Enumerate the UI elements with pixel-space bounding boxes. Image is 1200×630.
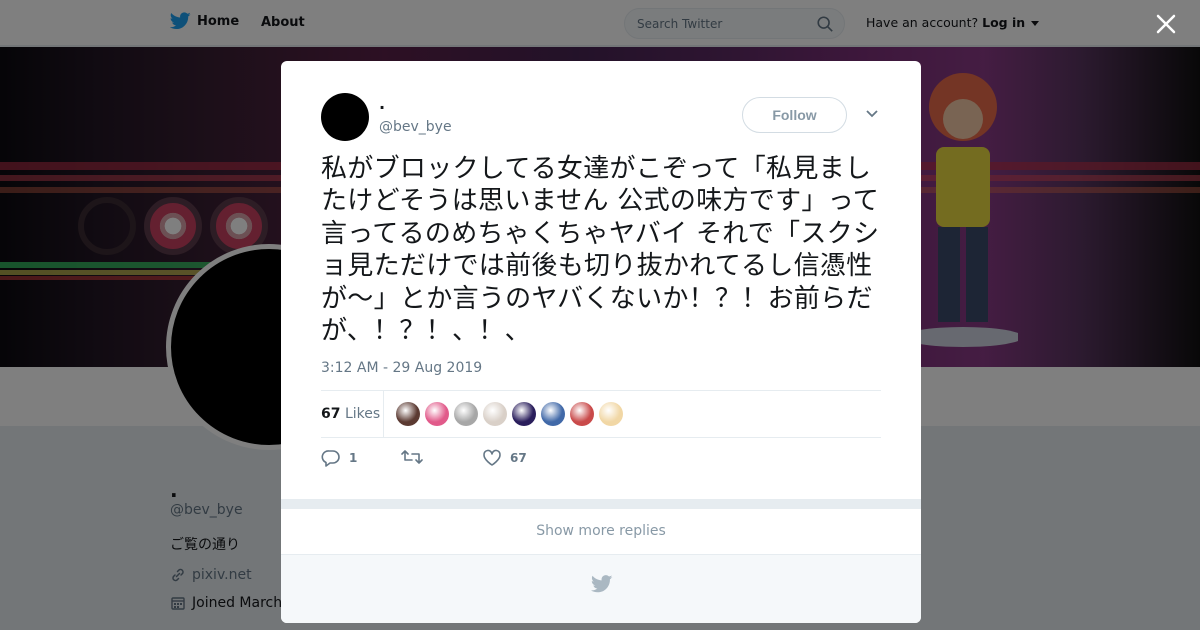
likes-row: 67 Likes [321,390,881,438]
liker-avatar[interactable] [425,402,449,426]
liker-avatar[interactable] [541,402,565,426]
likes-label: Likes [344,406,381,422]
reply-icon [321,450,340,467]
tweet-author-avatar[interactable] [321,93,369,141]
liker-avatar[interactable] [512,402,536,426]
tweet-author-name[interactable]: . [379,94,385,113]
liker-avatar[interactable] [570,402,594,426]
retweet-button[interactable] [401,449,431,465]
tweet-actions: 1 67 [321,449,721,469]
liker-avatar[interactable] [483,402,507,426]
liker-avatar[interactable] [396,402,420,426]
show-more-replies-link[interactable]: Show more replies [281,509,921,555]
liker-avatar[interactable] [454,402,478,426]
reply-count: 1 [349,451,358,465]
liker-avatars [396,402,623,426]
follow-button[interactable]: Follow [742,97,847,133]
heart-icon [483,449,501,466]
tweet-timestamp[interactable]: 3:12 AM - 29 Aug 2019 [321,360,482,376]
liker-avatar[interactable] [599,402,623,426]
tweet-author-handle[interactable]: @bev_bye [379,119,452,135]
likes-stat[interactable]: 67 Likes [321,406,380,422]
tweet-text: 私がブロックしてる女達がこぞって「私見ましたけどそうは思いません 公式の味方です… [321,154,880,347]
twitter-bird-icon [591,575,613,593]
like-count: 67 [510,451,527,465]
divider [281,499,921,509]
likes-count: 67 [321,406,341,422]
like-button[interactable]: 67 [482,449,527,467]
tweet-modal: . @bev_bye Follow 私がブロックしてる女達がこぞって「私見ました… [281,61,921,623]
chevron-down-icon[interactable] [865,109,879,119]
close-icon[interactable] [1154,12,1178,36]
divider [383,391,384,438]
reply-button[interactable]: 1 [321,449,357,467]
retweet-icon [401,450,423,464]
modal-footer [281,555,921,623]
